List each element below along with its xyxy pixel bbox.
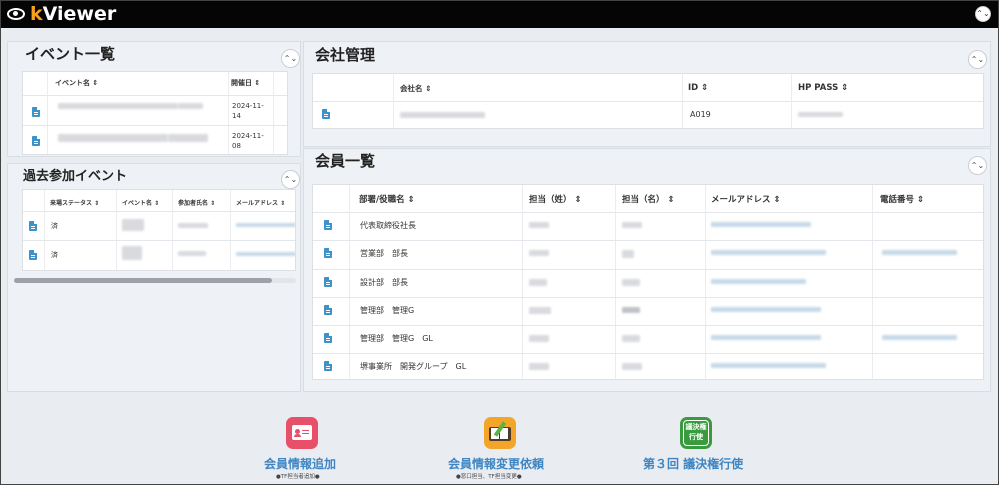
- edit-book-icon[interactable]: [484, 417, 516, 449]
- column-header-email[interactable]: メールアドレス ⇕: [236, 198, 285, 207]
- document-icon[interactable]: [324, 305, 332, 315]
- members-table: 部署/役職名 ⇕ 担当（姓） ⇕ 担当（名） ⇕ メールアドレス ⇕ 電話番号 …: [312, 184, 984, 380]
- column-header-date[interactable]: 開催日 ⇕: [231, 78, 260, 88]
- document-icon[interactable]: [29, 250, 37, 260]
- column-header-event-name[interactable]: イベント名 ⇕: [122, 198, 159, 207]
- department-title: 代表取締役社長: [360, 221, 416, 230]
- eye-logo-icon: [7, 8, 25, 20]
- column-header-phone[interactable]: 電話番号 ⇕: [880, 193, 924, 205]
- column-header-status[interactable]: 来場ステータス ⇕: [50, 198, 99, 207]
- department-title: 営業部 部長: [360, 249, 408, 258]
- action-sublabel: ●窓口担当、TF担当変更●: [456, 474, 522, 480]
- company-panel: 会社管理 ⌃⌄ 会社名 ⇕ ID ⇕ HP PASS ⇕ A019: [303, 41, 991, 147]
- past-events-panel: 過去参加イベント ⌃⌄ 来場ステータス ⇕ イベント名 ⇕ 参加者氏名 ⇕ メー…: [7, 163, 301, 392]
- attendance-status: 済: [51, 222, 58, 230]
- column-header-participant-name[interactable]: 参加者氏名 ⇕: [178, 198, 215, 207]
- column-header-event-name[interactable]: イベント名 ⇕: [55, 78, 98, 88]
- column-header-department[interactable]: 部署/役職名 ⇕: [359, 193, 415, 205]
- panel-title: 過去参加イベント: [23, 169, 128, 184]
- sort-toggle-icon[interactable]: ⌃⌄: [968, 156, 987, 175]
- document-icon[interactable]: [324, 248, 332, 258]
- document-icon[interactable]: [29, 221, 37, 231]
- action-label[interactable]: 第３回 議決権行使: [643, 455, 743, 472]
- top-bar: kViewer ⌃⌄: [0, 0, 999, 28]
- company-table: 会社名 ⇕ ID ⇕ HP PASS ⇕ A019: [312, 73, 984, 129]
- department-title: 管理部 管理G GL: [360, 334, 433, 343]
- department-title: 堺事業所 開発グループ GL: [360, 362, 467, 371]
- department-title: 管理部 管理G: [360, 306, 415, 315]
- column-header-first-name[interactable]: 担当（名） ⇕: [622, 193, 675, 205]
- column-header-last-name[interactable]: 担当（姓） ⇕: [529, 193, 582, 205]
- event-date: 2024-11- 08: [232, 132, 264, 150]
- past-events-table: 来場ステータス ⇕ イベント名 ⇕ 参加者氏名 ⇕ メールアドレス ⇕ 済 済: [22, 189, 296, 271]
- document-icon[interactable]: [324, 361, 332, 371]
- column-header-hp-pass[interactable]: HP PASS ⇕: [798, 83, 848, 93]
- members-panel: 会員一覧 ⌃⌄ 部署/役職名 ⇕ 担当（姓） ⇕ 担当（名） ⇕ メールアドレス…: [303, 148, 991, 392]
- action-sublabel: ●TF担当者追加●: [276, 474, 320, 480]
- sort-toggle-icon[interactable]: ⌃⌄: [281, 49, 300, 68]
- horizontal-scrollbar[interactable]: [14, 278, 296, 283]
- event-date: 2024-11- 14: [232, 102, 264, 120]
- action-label[interactable]: 会員情報追加: [264, 455, 336, 472]
- document-icon[interactable]: [32, 107, 40, 117]
- action-label[interactable]: 会員情報変更依頼: [448, 455, 544, 472]
- chevron-updown-icon[interactable]: ⌃⌄: [975, 6, 991, 22]
- department-title: 設計部 部長: [360, 278, 408, 287]
- document-icon[interactable]: [324, 277, 332, 287]
- document-icon[interactable]: [32, 136, 40, 146]
- document-icon[interactable]: [324, 220, 332, 230]
- column-header-company-name[interactable]: 会社名 ⇕: [400, 83, 431, 94]
- events-table: イベント名 ⇕ 開催日 ⇕ 2024-11- 14 2024-11- 08: [22, 71, 288, 155]
- panel-title: 会員一覧: [315, 152, 376, 170]
- app-logo[interactable]: kViewer: [30, 3, 116, 25]
- sort-toggle-icon[interactable]: ⌃⌄: [281, 170, 300, 189]
- document-icon[interactable]: [322, 109, 330, 119]
- panel-title: 会社管理: [315, 46, 376, 64]
- scrollbar-thumb[interactable]: [14, 278, 272, 283]
- vote-icon[interactable]: 議決権 行使: [680, 417, 712, 449]
- company-id: A019: [690, 110, 711, 119]
- attendance-status: 済: [51, 251, 58, 259]
- column-header-id[interactable]: ID ⇕: [688, 83, 708, 93]
- column-header-email[interactable]: メールアドレス ⇕: [711, 193, 781, 205]
- member-card-icon[interactable]: [286, 417, 318, 449]
- document-icon[interactable]: [324, 333, 332, 343]
- events-panel: イベント一覧 ⌃⌄ イベント名 ⇕ 開催日 ⇕ 2024-11- 14 2024…: [7, 41, 301, 157]
- sort-toggle-icon[interactable]: ⌃⌄: [968, 50, 987, 69]
- panel-title: イベント一覧: [25, 45, 116, 63]
